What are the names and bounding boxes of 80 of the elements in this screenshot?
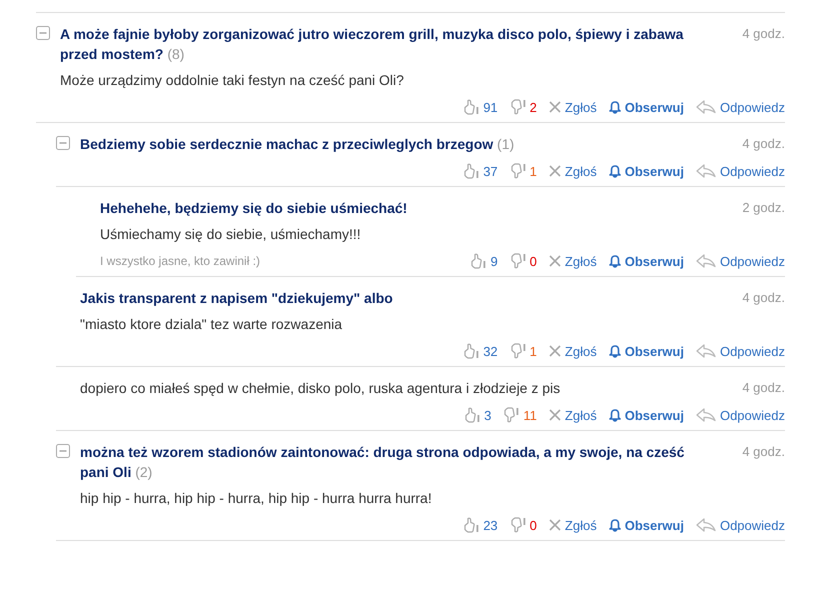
report-button[interactable]: Zgłoś (548, 408, 597, 422)
close-icon (548, 101, 561, 113)
report-button[interactable]: Zgłoś (548, 518, 597, 532)
report-button[interactable]: Zgłoś (548, 100, 597, 114)
comment-text: "miasto ktore dziala" tez warte rozwazenia (80, 315, 344, 334)
thumbs-up-icon (463, 343, 480, 359)
dislike-button[interactable]: 1 (510, 343, 537, 359)
thumbs-down-icon (510, 253, 527, 269)
follow-button[interactable]: Obserwuj (608, 408, 684, 422)
thumbs-down-icon (510, 343, 527, 359)
follow-button[interactable]: Obserwuj (608, 254, 684, 268)
dislike-button[interactable]: 11 (503, 407, 537, 423)
reply-button[interactable]: Odpowiedz (696, 254, 785, 268)
bell-icon (608, 408, 621, 422)
bell-icon (608, 254, 621, 268)
reply-arrow-icon (696, 344, 716, 358)
like-button[interactable]: 23 (463, 517, 498, 533)
reply-arrow-icon (696, 518, 716, 532)
comment-signature: I wszystko jasne, kto zawinił :) (100, 254, 260, 268)
comment-text: Może urządzimy oddolnie taki festyn na cześć pani Oli? (60, 71, 405, 90)
comment-title[interactable]: Hehehehe, będziemy się do siebie uśmiechać! (100, 198, 408, 218)
thumbs-up-icon (463, 517, 480, 533)
close-icon (548, 165, 561, 177)
comment-text: Uśmiechamy się do siebie, uśmiechamy!!! (100, 225, 362, 244)
follow-button[interactable]: Obserwuj (608, 518, 684, 532)
thumbs-up-icon (464, 407, 482, 423)
like-button[interactable]: 32 (463, 343, 498, 359)
close-icon (548, 345, 561, 357)
reply-button[interactable]: Odpowiedz (696, 344, 785, 358)
report-button[interactable]: Zgłoś (548, 344, 597, 358)
comment-title[interactable]: Jakis transparent z napisem "dziekujemy" albo (80, 288, 393, 308)
thumbs-down-icon (510, 163, 527, 179)
comment-time: 4 godz. (742, 289, 785, 307)
dislike-button[interactable]: 2 (510, 99, 537, 115)
reply-button[interactable]: Odpowiedz (696, 164, 785, 178)
bell-icon (608, 100, 621, 114)
dislike-button[interactable]: 1 (510, 163, 537, 179)
thumbs-down-icon (510, 517, 527, 533)
reply-button[interactable]: Odpowiedz (696, 100, 785, 114)
bell-icon (608, 164, 621, 178)
reply-arrow-icon (696, 408, 716, 422)
comment-time: 2 godz. (742, 199, 785, 217)
reply-arrow-icon (696, 164, 716, 178)
reply-button[interactable]: Odpowiedz (696, 408, 785, 422)
thumbs-down-icon (510, 99, 527, 115)
comment-text: dopiero co miałeś spęd w chełmie, disko polo, ruska agentura i złodzieje z pis (80, 379, 560, 398)
dislike-button[interactable]: 0 (510, 517, 537, 533)
like-button[interactable]: 3 (464, 407, 492, 423)
collapse-toggle[interactable] (36, 26, 50, 40)
report-button[interactable]: Zgłoś (548, 254, 597, 268)
comment-time: 4 godz. (742, 443, 785, 461)
comment-title[interactable]: można też wzorem stadionów zaintonować: druga strona odpowiada, a my swoje, na cześć pani Oli (2) (80, 442, 710, 482)
comment-time: 4 godz. (742, 379, 785, 397)
dislike-button[interactable]: 0 (510, 253, 537, 269)
close-icon (548, 255, 561, 267)
report-button[interactable]: Zgłoś (548, 164, 597, 178)
reply-arrow-icon (696, 100, 716, 114)
like-button[interactable]: 91 (463, 99, 498, 115)
comment-title[interactable]: Bedziemy sobie serdecznie machac z przeciwleglych brzegow (1) (80, 134, 514, 154)
like-button[interactable]: 9 (470, 253, 498, 269)
thumbs-up-icon (470, 253, 488, 269)
follow-button[interactable]: Obserwuj (608, 100, 684, 114)
close-icon (548, 519, 561, 531)
collapse-toggle[interactable] (56, 136, 70, 150)
thumbs-up-icon (463, 163, 480, 179)
comment-title[interactable]: A może fajnie byłoby zorganizować jutro wieczorem grill, muzyka disco polo, śpiewy i zabawa przed mostem? (8) (60, 24, 690, 64)
comment-time: 4 godz. (742, 135, 785, 153)
close-icon (548, 409, 561, 421)
thumbs-down-icon (503, 407, 520, 423)
reply-arrow-icon (696, 254, 716, 268)
follow-button[interactable]: Obserwuj (608, 164, 684, 178)
comment-text: hip hip - hurra, hip hip - hurra, hip hip - hurra hurra hurra! (80, 489, 433, 508)
comment-time: 4 godz. (742, 25, 785, 43)
like-button[interactable]: 37 (463, 163, 498, 179)
thumbs-up-icon (463, 99, 480, 115)
bell-icon (608, 344, 621, 358)
collapse-toggle[interactable] (56, 444, 70, 458)
reply-button[interactable]: Odpowiedz (696, 518, 785, 532)
follow-button[interactable]: Obserwuj (608, 344, 684, 358)
bell-icon (608, 518, 621, 532)
